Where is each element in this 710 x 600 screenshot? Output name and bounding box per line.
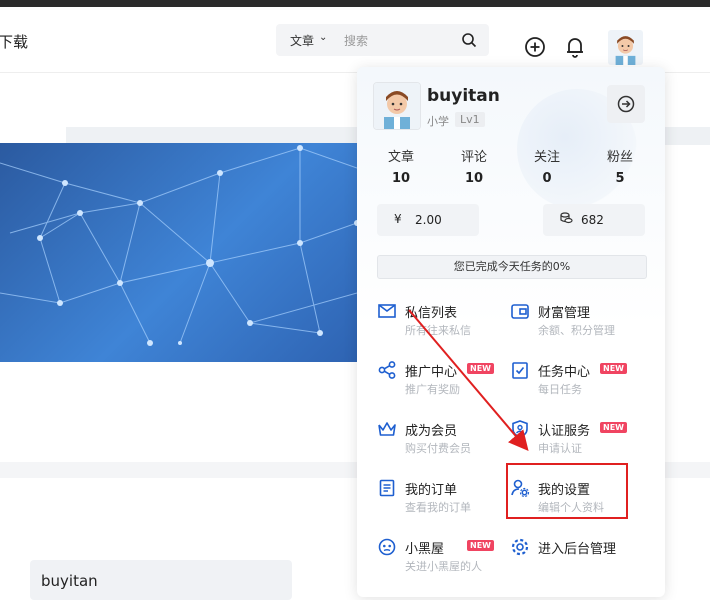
annotation-highlight-box bbox=[506, 463, 628, 519]
menu-item-verification[interactable]: 认证服务 NEW 申请认证 bbox=[510, 419, 650, 463]
stat-value: 10 bbox=[391, 171, 411, 186]
menu-item-subtitle: 查看我的订单 bbox=[405, 501, 471, 514]
menu-item-messages[interactable]: 私信列表 所有往来私信 bbox=[377, 301, 517, 345]
search-icon[interactable] bbox=[461, 32, 477, 52]
blackroom-icon bbox=[377, 537, 397, 557]
menu-item-subtitle: 购买付费会员 bbox=[405, 442, 471, 455]
new-badge: NEW bbox=[600, 363, 627, 374]
coins-icon bbox=[560, 211, 573, 228]
new-badge: NEW bbox=[600, 422, 627, 433]
menu-item-subtitle: 关进小黑屋的人 bbox=[405, 560, 482, 573]
balance-box[interactable]: ¥ 2.00 bbox=[377, 204, 479, 236]
gear-icon bbox=[510, 537, 530, 557]
level-name: 小学 bbox=[427, 115, 449, 128]
menu-item-wealth[interactable]: 财富管理 余额、积分管理 bbox=[510, 301, 650, 345]
menu-item-title: 财富管理 bbox=[538, 306, 591, 321]
menu-avatar[interactable] bbox=[373, 82, 421, 130]
bottom-user-card[interactable]: buyitan bbox=[30, 560, 292, 600]
stat-followers[interactable]: 粉丝 5 bbox=[590, 146, 650, 186]
chevron-down-icon: ⌄ bbox=[319, 32, 328, 43]
menu-item-title: 进入后台管理 bbox=[538, 542, 617, 557]
stat-articles[interactable]: 文章 10 bbox=[371, 146, 431, 186]
new-badge: NEW bbox=[467, 363, 494, 374]
logout-button[interactable] bbox=[607, 85, 645, 123]
verify-icon bbox=[510, 419, 530, 439]
level-badge: Lv1 bbox=[455, 112, 485, 127]
menu-item-blackroom[interactable]: 小黑屋 NEW 关进小黑屋的人 bbox=[377, 537, 517, 581]
menu-item-subtitle: 所有往来私信 bbox=[405, 324, 471, 337]
logout-icon bbox=[617, 95, 635, 113]
stat-comments[interactable]: 评论 10 bbox=[444, 146, 504, 186]
menu-item-admin[interactable]: 进入后台管理 bbox=[510, 537, 650, 581]
menu-item-subtitle: 余额、积分管理 bbox=[538, 324, 615, 337]
add-post-icon[interactable] bbox=[524, 36, 546, 62]
stat-following[interactable]: 关注 0 bbox=[517, 146, 577, 186]
menu-item-orders[interactable]: 我的订单 查看我的订单 bbox=[377, 478, 517, 522]
site-header: 下载 文章 ⌄ bbox=[0, 7, 710, 73]
menu-item-membership[interactable]: 成为会员 购买付费会员 bbox=[377, 419, 517, 463]
task-progress-bar[interactable]: 您已完成今天任务的0% bbox=[377, 255, 647, 279]
banner-image[interactable] bbox=[0, 143, 357, 362]
bottom-card-username: buyitan bbox=[41, 572, 98, 590]
mail-icon bbox=[377, 301, 397, 321]
stat-label: 评论 bbox=[460, 150, 487, 165]
stat-label: 文章 bbox=[387, 150, 414, 165]
avatar[interactable] bbox=[608, 30, 643, 65]
credit-box[interactable]: 682 bbox=[543, 204, 645, 236]
order-icon bbox=[377, 478, 397, 498]
crown-icon bbox=[377, 419, 397, 439]
menu-username[interactable]: buyitan bbox=[427, 86, 500, 106]
menu-item-title: 小黑屋 bbox=[405, 542, 445, 557]
menu-item-title: 推广中心 bbox=[405, 365, 458, 380]
menu-item-subtitle: 推广有奖励 bbox=[405, 383, 460, 396]
new-badge: NEW bbox=[467, 540, 494, 551]
menu-item-title: 认证服务 bbox=[538, 424, 591, 439]
stat-value: 5 bbox=[615, 171, 625, 186]
stat-label: 关注 bbox=[533, 150, 560, 165]
task-icon bbox=[510, 360, 530, 380]
menu-item-title: 任务中心 bbox=[538, 365, 591, 380]
top-strip bbox=[0, 0, 710, 7]
menu-item-title: 成为会员 bbox=[405, 424, 458, 439]
stat-label: 粉丝 bbox=[606, 150, 633, 165]
wallet-icon bbox=[510, 301, 530, 321]
stat-value: 10 bbox=[464, 171, 484, 186]
menu-item-tasks[interactable]: 任务中心 NEW 每日任务 bbox=[510, 360, 650, 404]
search-category-select[interactable]: 文章 bbox=[290, 32, 314, 49]
search-input[interactable] bbox=[342, 30, 451, 52]
menu-item-subtitle: 申请认证 bbox=[538, 442, 582, 455]
balance-value: 2.00 bbox=[415, 213, 442, 227]
share-icon bbox=[377, 360, 397, 380]
stat-value: 0 bbox=[542, 171, 552, 186]
credit-value: 682 bbox=[581, 213, 604, 227]
nav-item-download[interactable]: 下载 bbox=[0, 31, 28, 52]
menu-item-title: 我的订单 bbox=[405, 483, 458, 498]
search-bar: 文章 ⌄ bbox=[276, 24, 489, 56]
menu-item-title: 私信列表 bbox=[405, 306, 458, 321]
menu-item-promotion[interactable]: 推广中心 NEW 推广有奖励 bbox=[377, 360, 517, 404]
bell-icon[interactable] bbox=[564, 35, 586, 63]
menu-item-subtitle: 每日任务 bbox=[538, 383, 582, 396]
yuan-icon: ¥ bbox=[394, 212, 402, 226]
